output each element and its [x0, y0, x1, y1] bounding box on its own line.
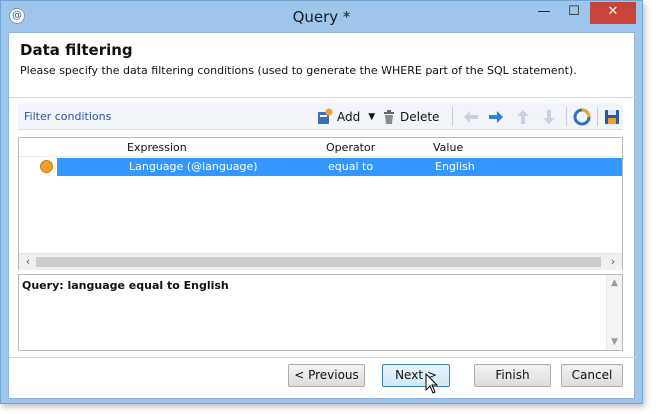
query-preview: Query: language equal to English ▲ ▼: [18, 274, 623, 351]
cell-expression[interactable]: Language (@language): [129, 160, 258, 173]
conditions-grid: Expression Operator Value Language (@lan…: [18, 137, 623, 270]
close-button[interactable]: ✕: [590, 2, 636, 24]
save-icon[interactable]: [602, 107, 622, 127]
scroll-left-icon[interactable]: ‹: [20, 255, 36, 269]
cancel-button[interactable]: Cancel: [561, 364, 623, 387]
add-condition-icon: [316, 108, 334, 126]
scroll-right-icon[interactable]: ›: [605, 255, 621, 269]
arrow-right-icon[interactable]: [486, 107, 506, 127]
arrow-left-icon[interactable]: [461, 107, 481, 127]
vertical-scrollbar[interactable]: ▲ ▼: [606, 275, 622, 350]
column-header-expression[interactable]: Expression: [127, 141, 187, 154]
title-bar[interactable]: @ Query * — ☐ ✕: [1, 1, 642, 32]
toolbar-separator: [452, 107, 453, 126]
delete-button[interactable]: Delete: [380, 106, 439, 127]
horizontal-scrollbar[interactable]: ‹ ›: [19, 253, 622, 270]
scroll-down-icon[interactable]: ▼: [607, 335, 622, 349]
wizard-content: Data filtering Please specify the data f…: [8, 32, 636, 399]
footer-divider: [9, 357, 636, 358]
trash-icon: [380, 108, 398, 126]
scroll-thumb[interactable]: [36, 257, 601, 267]
header-divider: [9, 97, 636, 98]
grid-header: Expression Operator Value: [19, 138, 622, 157]
maximize-button[interactable]: ☐: [559, 2, 589, 24]
arrow-down-icon[interactable]: [539, 107, 559, 127]
page-title: Data filtering: [20, 41, 133, 59]
column-header-value[interactable]: Value: [433, 141, 463, 154]
mouse-cursor-icon: [425, 373, 439, 394]
delete-button-label: Delete: [400, 109, 440, 124]
filter-conditions-label: Filter conditions: [24, 110, 112, 123]
arrow-up-icon[interactable]: [513, 107, 533, 127]
add-button-label: Add: [337, 109, 361, 124]
query-text: Query: language equal to English: [22, 279, 229, 292]
cell-value[interactable]: English: [435, 160, 475, 173]
filter-toolbar: Filter conditions Add ▼ Delete: [18, 103, 623, 130]
toolbar-separator: [566, 107, 567, 126]
page-description: Please specify the data filtering condit…: [20, 64, 577, 77]
toolbar-separator: [597, 107, 598, 126]
table-row[interactable]: Language (@language) equal to English: [19, 158, 622, 176]
previous-button[interactable]: < Previous: [288, 364, 365, 387]
minimize-button[interactable]: —: [529, 2, 559, 24]
refresh-icon[interactable]: [572, 107, 592, 127]
scroll-up-icon[interactable]: ▲: [607, 276, 622, 290]
cell-operator[interactable]: equal to: [328, 160, 373, 173]
finish-button[interactable]: Finish: [474, 364, 551, 387]
query-window: @ Query * — ☐ ✕ Data filtering Please sp…: [0, 0, 643, 404]
add-button[interactable]: Add ▼: [316, 106, 375, 127]
next-button[interactable]: Next >: [382, 364, 450, 387]
add-dropdown-icon[interactable]: ▼: [368, 112, 375, 122]
condition-status-icon: [40, 160, 53, 173]
column-header-operator[interactable]: Operator: [326, 141, 375, 154]
